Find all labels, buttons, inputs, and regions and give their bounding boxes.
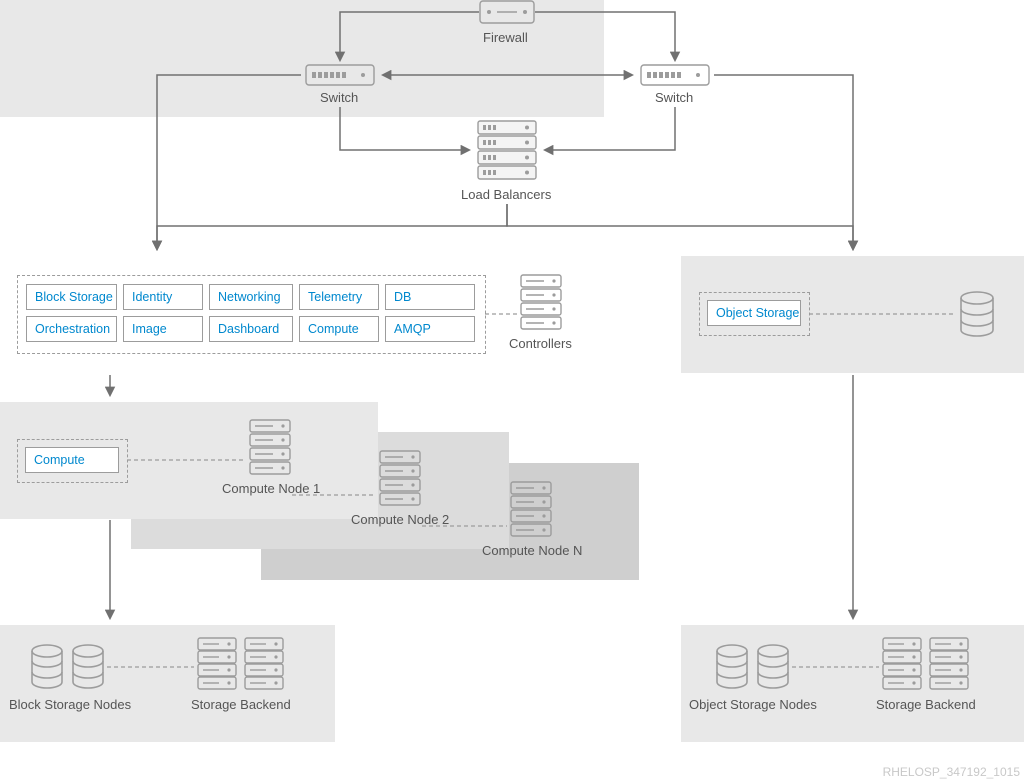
document-id: RHELOSP_347192_1015 (883, 765, 1020, 779)
wires (0, 0, 1024, 783)
